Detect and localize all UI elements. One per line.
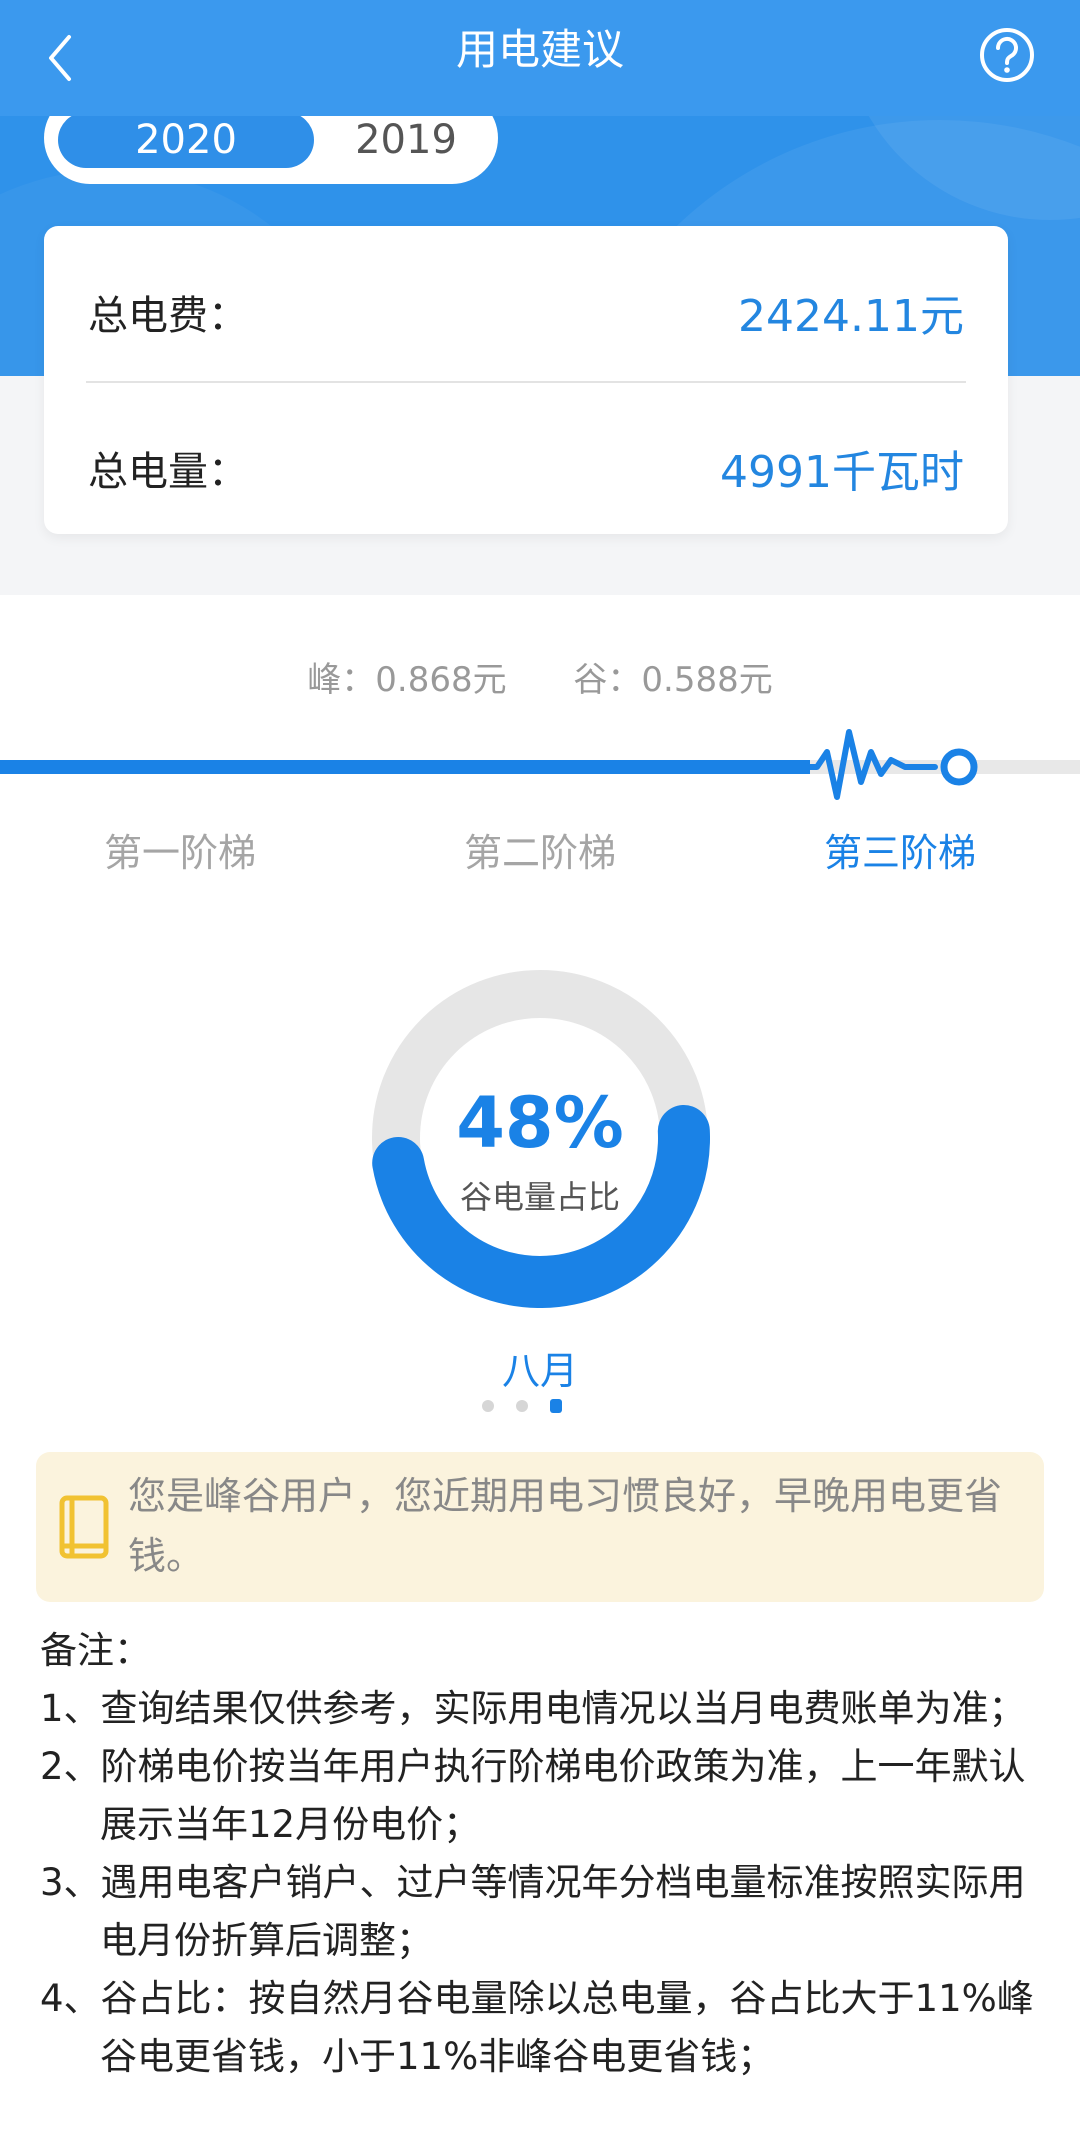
- total-fee-value: 2424.11元: [738, 291, 964, 342]
- page-title: 用电建议: [455, 25, 624, 74]
- question-mark-icon: [980, 28, 1034, 82]
- page-dot[interactable]: [482, 1400, 494, 1412]
- month-label: 八月: [501, 1349, 578, 1393]
- valley-price: 谷：0.588元: [573, 660, 773, 700]
- navigation-bar: 用电建议: [0, 0, 1080, 116]
- note-item: 4、谷占比：按自然月谷电量除以总电量，谷占比大于11%峰谷电更省钱，小于11%非…: [40, 1977, 1034, 2078]
- pulse-indicator-icon: [805, 729, 978, 800]
- total-usage-row: 总电量： 4991千瓦时: [88, 428, 964, 508]
- peak-price: 峰：0.868元: [307, 660, 507, 700]
- tier-tab-third[interactable]: 第三阶梯: [770, 822, 1030, 877]
- tier-progress-fill: [0, 760, 810, 774]
- note-item: 2、阶梯电价按当年用户执行阶梯电价政策为准，上一年默认展示当年12月份电价；: [40, 1745, 1026, 1846]
- book-icon: [59, 1495, 109, 1559]
- back-button[interactable]: [30, 26, 90, 90]
- tip-banner: 您是峰谷用户，您近期用电习惯良好，早晚用电更省钱。: [36, 1452, 1044, 1602]
- total-usage-label: 总电量：: [88, 449, 248, 495]
- note-item: 3、遇用电客户销户、过户等情况年分档电量标准按照实际用电月份折算后调整；: [40, 1861, 1026, 1962]
- valley-ratio-label: 谷电量占比: [459, 1178, 620, 1216]
- summary-divider: [86, 381, 966, 383]
- page-dot[interactable]: [516, 1400, 528, 1412]
- year-tab-2020[interactable]: 2020: [58, 112, 314, 168]
- tier-tab-second[interactable]: 第二阶梯: [410, 822, 670, 877]
- help-button[interactable]: [978, 26, 1036, 84]
- year-tab-2019[interactable]: 2019: [324, 112, 488, 168]
- notes-section: 备注： 1、查询结果仅供参考，实际用电情况以当月电费账单为准； 2、阶梯电价按当…: [40, 1622, 1050, 2086]
- tier-tab-first[interactable]: 第一阶梯: [50, 822, 310, 877]
- page-dot-active[interactable]: [550, 1399, 562, 1413]
- page-indicator: [474, 1398, 614, 1414]
- notes-title: 备注：: [40, 1629, 151, 1672]
- valley-ratio-percent: 48%: [456, 1082, 624, 1164]
- tip-text: 您是峰谷用户，您近期用电习惯良好，早晚用电更省钱。: [128, 1474, 1003, 1578]
- total-fee-row: 总电费： 2424.11元: [88, 272, 964, 352]
- total-usage-value: 4991千瓦时: [720, 447, 964, 498]
- price-info: 峰：0.868元 谷：0.588元: [0, 652, 1080, 701]
- total-fee-label: 总电费：: [88, 293, 248, 339]
- chevron-left-icon: [49, 35, 71, 81]
- note-item: 1、查询结果仅供参考，实际用电情况以当月电费账单为准；: [40, 1687, 1026, 1730]
